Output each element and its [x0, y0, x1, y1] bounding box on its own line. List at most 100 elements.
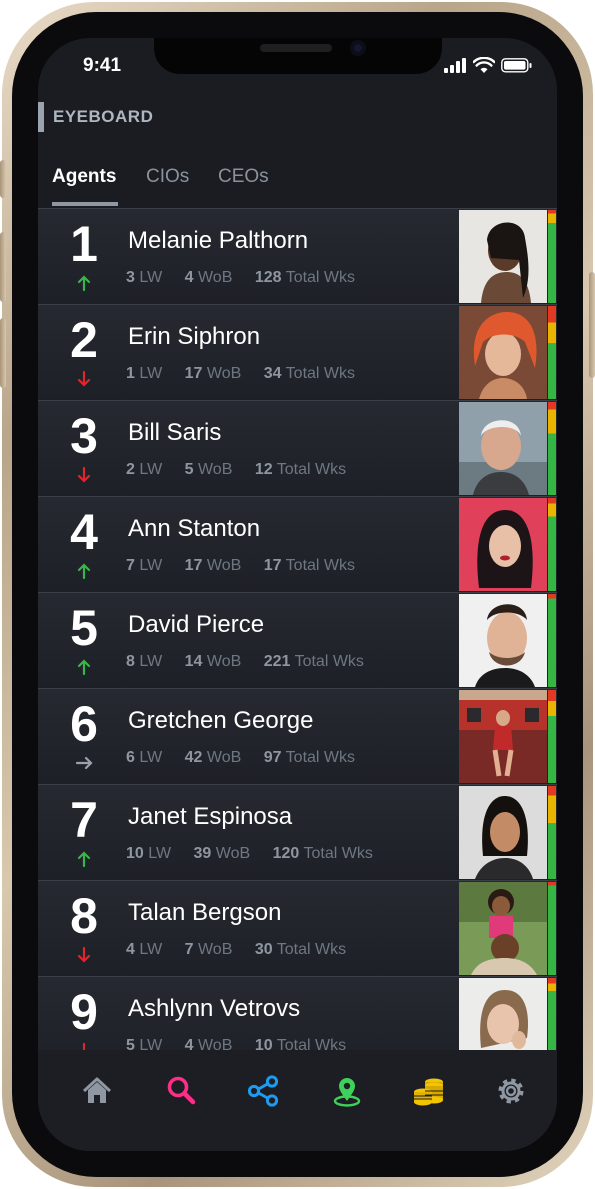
- agent-row[interactable]: 3 Bill Saris 2 LW 5 WoB 12 Total Wks: [38, 401, 557, 497]
- performance-meter: [548, 306, 556, 399]
- tab-cios[interactable]: CIOs: [146, 166, 189, 188]
- agent-stats: 6 LW 42 WoB 97 Total Wks: [126, 749, 355, 767]
- battery-icon: [501, 58, 532, 73]
- performance-meter: [548, 690, 556, 783]
- trend-down-icon: [77, 466, 91, 483]
- front-camera: [350, 40, 366, 56]
- lw-label: LW: [139, 749, 163, 766]
- total-weeks-label: Total Wks: [276, 461, 347, 478]
- agent-row[interactable]: 5 David Pierce 8 LW 14 WoB 221 Total Wks: [38, 593, 557, 689]
- performance-meter: [548, 594, 556, 687]
- total-weeks-value: 34: [263, 365, 282, 382]
- agent-rank: 1: [70, 216, 98, 272]
- speaker: [260, 44, 332, 52]
- total-weeks-value: 17: [263, 557, 282, 574]
- agent-row[interactable]: 6 Gretchen George 6 LW 42 WoB 97 Total W…: [38, 689, 557, 785]
- agent-row[interactable]: 8 Talan Bergson 4 LW 7 WoB 30 Total Wks: [38, 881, 557, 977]
- lw-value: 7: [126, 557, 135, 574]
- trend-up-icon: [77, 851, 91, 868]
- wob-label: WoB: [206, 653, 242, 670]
- agent-rank: 6: [70, 696, 98, 752]
- agent-row[interactable]: 2 Erin Siphron 1 LW 17 WoB 34 Total Wks: [38, 305, 557, 401]
- app-title: EYEBOARD: [53, 107, 154, 126]
- trend-same-icon: [75, 756, 93, 770]
- volume-up-button: [0, 232, 6, 302]
- trend-up-icon: [77, 659, 91, 676]
- power-button: [589, 272, 595, 378]
- wob-label: WoB: [206, 365, 242, 382]
- total-weeks-value: 30: [254, 941, 273, 958]
- search-icon[interactable]: [164, 1074, 198, 1108]
- agent-name: Janet Espinosa: [128, 803, 293, 830]
- performance-meter: [548, 786, 556, 879]
- agent-name: Ashlynn Vetrovs: [128, 995, 301, 1022]
- wob-label: WoB: [206, 749, 242, 766]
- brand-marker: [38, 102, 44, 132]
- agent-stats: 4 LW 7 WoB 30 Total Wks: [126, 941, 346, 959]
- total-weeks-label: Total Wks: [294, 653, 364, 670]
- trend-down-icon: [77, 370, 91, 387]
- lw-value: 3: [126, 269, 135, 286]
- agent-photo: [459, 594, 547, 687]
- status-time: 9:41: [83, 55, 122, 76]
- home-icon[interactable]: [80, 1074, 114, 1108]
- share-icon[interactable]: [246, 1074, 280, 1108]
- tab-ceos[interactable]: CEOs: [218, 166, 269, 188]
- total-weeks-value: 120: [272, 845, 300, 862]
- location-icon[interactable]: [330, 1074, 364, 1108]
- agent-photo: [459, 498, 547, 591]
- performance-meter: [548, 210, 556, 303]
- side-button: [0, 160, 6, 198]
- agent-row[interactable]: 4 Ann Stanton 7 LW 17 WoB 17 Total Wks: [38, 497, 557, 593]
- wob-value: 39: [193, 845, 212, 862]
- wob-value: 5: [184, 461, 194, 478]
- total-weeks-value: 97: [263, 749, 282, 766]
- total-weeks-label: Total Wks: [276, 941, 347, 958]
- trend-down-icon: [77, 946, 91, 963]
- agent-stats: 3 LW 4 WoB 128 Total Wks: [126, 269, 355, 287]
- lw-label: LW: [139, 557, 163, 574]
- agent-list[interactable]: 1 Melanie Palthorn 3 LW 4 WoB 128 Total …: [38, 208, 557, 1073]
- agent-row[interactable]: 1 Melanie Palthorn 3 LW 4 WoB 128 Total …: [38, 209, 557, 305]
- wob-value: 14: [184, 653, 203, 670]
- performance-meter: [548, 882, 556, 975]
- bottom-nav: [38, 1050, 557, 1151]
- agent-row[interactable]: 7 Janet Espinosa 10 LW 39 WoB 120 Total …: [38, 785, 557, 881]
- trend-up-icon: [77, 563, 91, 580]
- coins-icon[interactable]: [412, 1074, 446, 1108]
- agent-rank: 7: [70, 792, 98, 848]
- lw-label: LW: [139, 653, 163, 670]
- wob-value: 7: [184, 941, 194, 958]
- wob-value: 17: [184, 365, 203, 382]
- agent-rank: 2: [70, 312, 98, 368]
- agent-name: Ann Stanton: [128, 515, 261, 542]
- lw-value: 2: [126, 461, 135, 478]
- agent-stats: 2 LW 5 WoB 12 Total Wks: [126, 461, 346, 479]
- performance-meter: [548, 402, 556, 495]
- lw-label: LW: [139, 461, 163, 478]
- agent-photo: [459, 402, 547, 495]
- lw-value: 6: [126, 749, 135, 766]
- agent-rank: 8: [70, 888, 98, 944]
- agent-stats: 8 LW 14 WoB 221 Total Wks: [126, 653, 364, 671]
- agent-rank: 3: [70, 408, 98, 464]
- agent-rank: 4: [70, 504, 98, 560]
- trend-up-icon: [77, 275, 91, 292]
- agent-rank: 9: [70, 984, 98, 1040]
- tab-agents[interactable]: Agents: [52, 166, 116, 188]
- agent-name: Talan Bergson: [128, 899, 282, 926]
- total-weeks-value: 12: [254, 461, 273, 478]
- wifi-icon: [473, 57, 495, 73]
- screen: 9:41 EYEBOARD Agents CIOs CEOs 1 Melanie…: [38, 38, 557, 1151]
- total-weeks-label: Total Wks: [285, 365, 356, 382]
- wob-value: 17: [184, 557, 203, 574]
- lw-label: LW: [139, 269, 163, 286]
- lw-value: 1: [126, 365, 135, 382]
- agent-photo: [459, 882, 547, 975]
- agent-name: Bill Saris: [128, 419, 222, 446]
- agent-photo: [459, 690, 547, 783]
- total-weeks-label: Total Wks: [285, 749, 356, 766]
- agent-rank: 5: [70, 600, 98, 656]
- lw-value: 10: [126, 845, 144, 862]
- settings-icon[interactable]: [494, 1074, 528, 1108]
